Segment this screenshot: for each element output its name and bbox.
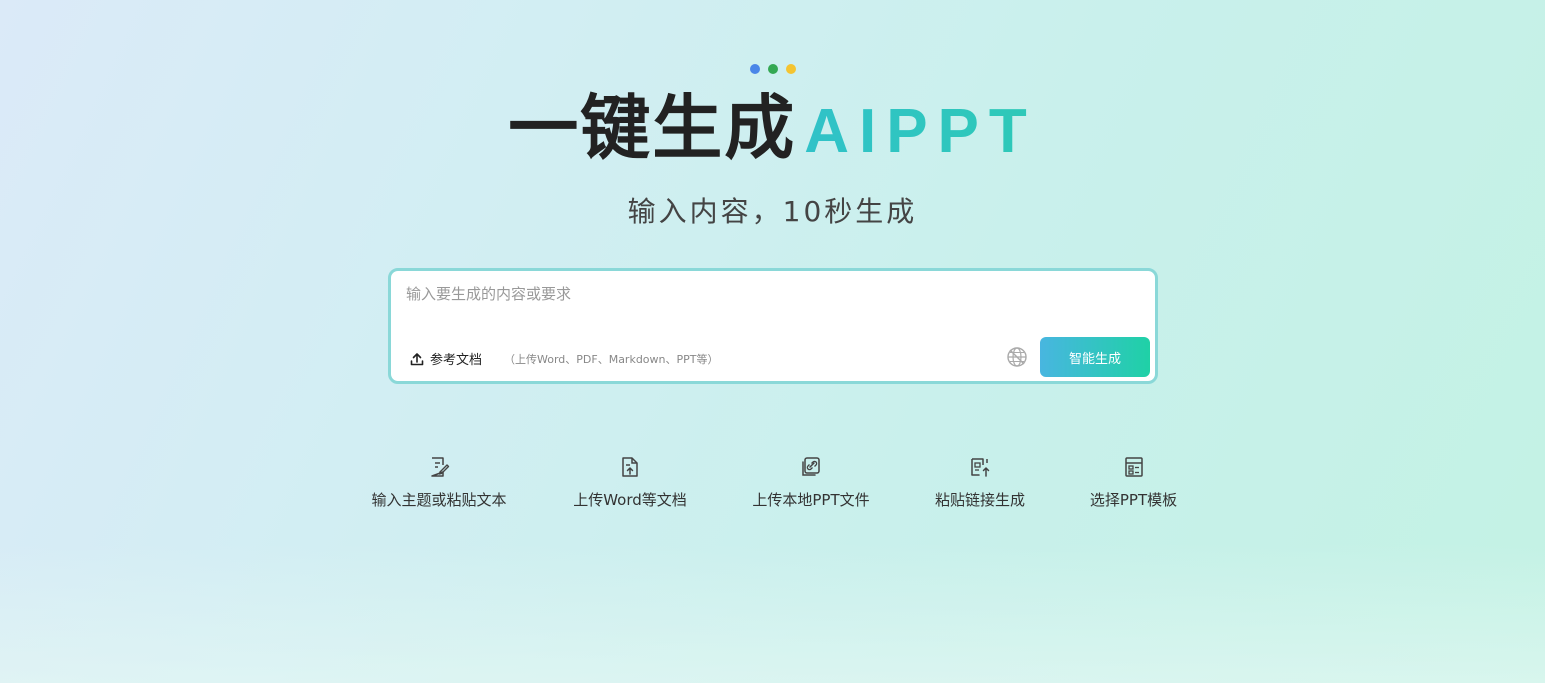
template-layout-icon — [1124, 457, 1143, 477]
page-title: 一键生成 AIPPT — [0, 86, 1545, 174]
title-main: 一键生成 — [508, 87, 797, 169]
generate-button[interactable]: 智能生成 — [1040, 337, 1150, 377]
prompt-panel: 参考文档 （上传Word、PDF、Markdown、PPT等） 智能生成 — [388, 268, 1158, 384]
upload-document-icon — [622, 457, 638, 477]
feature-label: 上传本地PPT文件 — [752, 491, 870, 509]
feature-label: 选择PPT模板 — [1089, 491, 1178, 509]
yellow-dot — [786, 64, 796, 74]
blue-dot — [750, 64, 760, 74]
paste-link-icon — [971, 458, 990, 477]
feature-item-upload-ppt[interactable]: 上传本地PPT文件 — [750, 455, 872, 510]
edit-document-icon — [431, 457, 450, 477]
background-fade — [0, 543, 1545, 683]
globe-icon[interactable] — [1006, 346, 1028, 368]
feature-item-paste-link[interactable]: 粘贴链接生成 — [932, 455, 1028, 510]
reference-doc-hint: （上传Word、PDF、Markdown、PPT等） — [504, 353, 719, 366]
feature-item-upload-word[interactable]: 上传Word等文档 — [571, 455, 689, 510]
reference-doc-label: 参考文档 — [430, 353, 483, 368]
link-files-icon — [802, 457, 820, 476]
feature-label: 粘贴链接生成 — [934, 491, 1025, 509]
feature-item-choose-template[interactable]: 选择PPT模板 — [1088, 455, 1179, 510]
feature-list: 输入主题或粘贴文本 上传Word等文档 上传本地PPT文件 粘贴链接生成 选择P… — [0, 455, 1545, 525]
green-dot — [768, 64, 778, 74]
feature-label: 上传Word等文档 — [573, 491, 687, 509]
reference-doc-button[interactable]: 参考文档 — [410, 349, 482, 368]
decorative-dots — [750, 64, 796, 74]
upload-icon — [410, 352, 424, 365]
page-subtitle: 输入内容，10秒生成 — [627, 195, 918, 228]
title-accent: AIPPT — [804, 97, 1037, 166]
feature-label: 输入主题或粘贴文本 — [371, 491, 507, 509]
prompt-input[interactable] — [406, 283, 1136, 327]
feature-item-paste-text[interactable]: 输入主题或粘贴文本 — [367, 455, 511, 510]
